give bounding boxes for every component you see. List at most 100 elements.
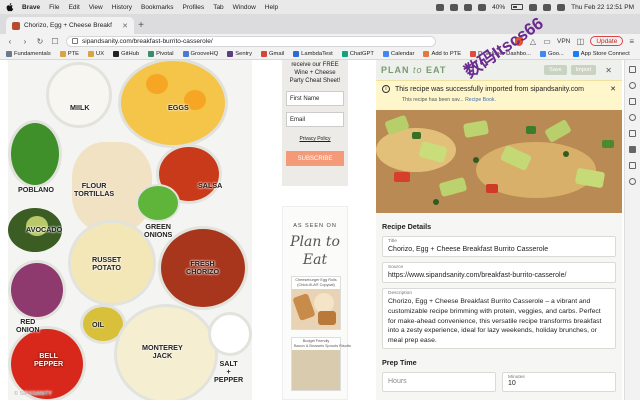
description-label: Description [388, 291, 412, 296]
prep-minutes-input[interactable]: Minutes 10 [502, 371, 616, 392]
bookmarks-bar: Fundamentals PTE UX GitHub Pivotal Groov… [0, 48, 640, 60]
clock[interactable]: Thu Feb 22 12:51 PM [571, 4, 634, 11]
label-oil: OIL [92, 320, 104, 329]
recipe-card[interactable]: Cheeseburger Egg Rolls (Chick-fil-A® Cop… [291, 276, 341, 330]
bookmark-item[interactable]: GrooveHQ [182, 50, 218, 57]
browser-tab[interactable]: Chorizo, Egg + Cheese Breakf ✕ [6, 17, 134, 34]
bookmark-item[interactable]: UX [88, 50, 104, 57]
label-eggs: EGGS [168, 103, 189, 112]
update-button[interactable]: Update [590, 36, 624, 46]
menu-edit[interactable]: Edit [69, 4, 80, 11]
prep-hours-input[interactable]: Hours [382, 371, 496, 392]
lock-icon[interactable] [72, 38, 78, 44]
calendar-icon [382, 50, 389, 57]
reading-list-icon[interactable] [629, 66, 636, 73]
bookmark-label: App Store Connect [580, 50, 630, 57]
bookmark-item[interactable]: Goo... [539, 50, 564, 57]
new-tab-button[interactable]: + [134, 17, 148, 34]
menu-tab[interactable]: Tab [213, 4, 223, 11]
address-bar[interactable]: sipandsanity.com/breakfast-burrito-casse… [66, 35, 436, 47]
reload-icon[interactable]: ↻ [36, 37, 44, 46]
minutes-value[interactable]: 10 [508, 380, 610, 387]
lambdatest-icon [293, 50, 300, 57]
label-milk: MIILK [70, 103, 90, 112]
plan-to-eat-logo[interactable]: Plan to Eat [283, 233, 347, 269]
bookmark-item[interactable]: GitHub [113, 50, 139, 57]
vpn-button[interactable]: VPN [557, 38, 570, 45]
search-icon[interactable] [543, 3, 552, 11]
label-russet-potato: RUSSET POTATO [92, 255, 122, 272]
title-label: Title [388, 239, 397, 244]
bookmark-item[interactable]: PTE [59, 50, 79, 57]
email-input[interactable]: Email [286, 112, 344, 127]
menu-brave[interactable]: Brave [22, 4, 40, 11]
subscribe-button[interactable]: SUBSCRIBE [286, 151, 344, 166]
browser-sidebar-rail [624, 60, 640, 400]
prep-time-heading: Prep Time [382, 357, 417, 367]
bookmarks-icon[interactable] [629, 82, 636, 89]
tray-icon[interactable] [464, 3, 473, 11]
control-center-icon[interactable] [557, 3, 566, 11]
import-button[interactable]: Import [570, 65, 597, 75]
tray-icon[interactable] [450, 3, 459, 11]
recipe-card[interactable]: Budget Friendly Bacon & Brussels Sprouts… [291, 337, 351, 391]
dismiss-alert-icon[interactable]: ✕ [610, 85, 616, 93]
wallet-icon[interactable]: ◫ [576, 37, 585, 46]
menu-view[interactable]: View [89, 4, 103, 11]
menu-file[interactable]: File [49, 4, 59, 11]
history-icon[interactable] [629, 98, 636, 105]
apple-icon[interactable] [6, 2, 14, 12]
battery-icon[interactable] [511, 4, 524, 10]
menu-history[interactable]: History [112, 4, 132, 11]
privacy-policy-link[interactable]: Privacy Policy [286, 136, 344, 142]
bookmark-item[interactable]: ChatGPT [341, 50, 374, 57]
menu-bookmarks[interactable]: Bookmarks [141, 4, 174, 11]
wallet-icon[interactable] [629, 114, 636, 121]
first-name-input[interactable]: First Name [286, 91, 344, 106]
recipe-book-link[interactable]: Recipe Book. [465, 97, 496, 103]
forward-icon[interactable]: › [21, 37, 29, 46]
bookmark-icon[interactable]: ☐ [51, 37, 59, 46]
sidebar-toggle-icon[interactable]: ▭ [543, 37, 551, 46]
bookmark-item[interactable]: Pivotal [148, 50, 174, 57]
as-seen-on-heading: AS SEEN ON [293, 223, 337, 229]
playlist-icon[interactable] [629, 162, 636, 169]
close-icon[interactable]: ✕ [600, 65, 617, 75]
title-input[interactable]: Chorizo, Egg + Cheese Breakfast Burrito … [388, 245, 610, 254]
gmail-icon [261, 50, 268, 57]
bookmark-item[interactable]: Fundamentals [6, 50, 51, 57]
red-onion-bowl [8, 260, 66, 320]
sidebar-column: receive our FREE Wine + Cheese Party Che… [270, 60, 358, 400]
folder-icon [59, 50, 66, 57]
source-input[interactable]: https://www.sipandsanity.com/breakfast-b… [388, 271, 610, 280]
bookmark-item[interactable]: Add to PTE [423, 50, 461, 57]
menu-window[interactable]: Window [233, 4, 256, 11]
label-red-onion: RED ONION [16, 317, 40, 334]
menu-icon[interactable]: ≡ [629, 37, 634, 46]
bookmark-item[interactable]: Sentry [227, 50, 252, 57]
url-text[interactable]: sipandsanity.com/breakfast-burrito-casse… [82, 38, 213, 45]
description-textarea[interactable]: Chorizo, Egg + Cheese Breakfast Burrito … [388, 297, 610, 346]
web-page: MIILK EGGS POBLANO FLOUR TORTILLAS SALSA… [0, 60, 640, 400]
bookmark-item[interactable]: LambdaTest [293, 50, 333, 57]
close-tab-icon[interactable]: ✕ [122, 22, 128, 30]
bookmark-label: LambdaTest [301, 50, 333, 57]
label-bell-pepper: BELL PEPPER [34, 351, 64, 368]
bluetooth-icon[interactable] [478, 3, 487, 11]
save-button[interactable]: Save [544, 65, 567, 75]
bookmark-item[interactable]: App Store Connect [572, 50, 630, 57]
back-icon[interactable]: ‹ [6, 37, 14, 46]
bookmark-item[interactable]: Gmail [261, 50, 284, 57]
add-panel-icon[interactable] [629, 178, 636, 185]
source-field[interactable]: Source https://www.sipandsanity.com/brea… [382, 262, 616, 283]
description-field[interactable]: Description Chorizo, Egg + Cheese Breakf… [382, 288, 616, 349]
menu-help[interactable]: Help [265, 4, 278, 11]
menu-profiles[interactable]: Profiles [183, 4, 205, 11]
bookmark-item[interactable]: Calendar [382, 50, 414, 57]
news-icon[interactable] [629, 130, 636, 137]
bookmark-label: Fundamentals [14, 50, 51, 57]
info-icon: i [382, 85, 390, 93]
plan-to-eat-sidebar-icon[interactable] [629, 146, 636, 153]
tray-icon[interactable] [436, 3, 445, 11]
title-field[interactable]: Title Chorizo, Egg + Cheese Breakfast Bu… [382, 236, 616, 257]
